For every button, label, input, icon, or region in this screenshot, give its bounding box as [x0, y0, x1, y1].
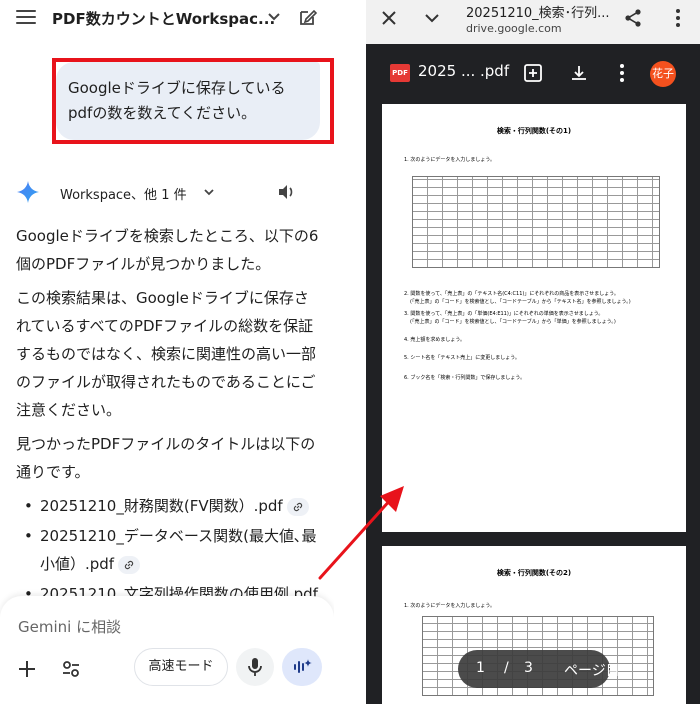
list-item: 20251210_財務関数(FV関数）.pdf [16, 492, 322, 520]
pdf-page-1: 検索・行列関数(その1) 1. 次のようにデータを入力しましょう。 2. 関数を… [382, 104, 686, 532]
chevron-down-icon[interactable] [266, 8, 282, 24]
page-text-line: 1. 次のようにデータを入力しましょう。 [404, 157, 496, 163]
mic-icon [248, 658, 262, 676]
tools-icon[interactable] [60, 658, 82, 680]
page-separator: / [504, 660, 509, 676]
chevron-down-icon[interactable] [202, 185, 216, 199]
page-text-line: 4. 売上額を求めましょう。 [404, 337, 466, 343]
host-url: drive.google.com [466, 22, 562, 35]
menu-icon[interactable] [16, 10, 36, 26]
response-header: Workspace、他 1 件 [16, 180, 316, 206]
live-icon [294, 659, 312, 673]
link-icon [124, 560, 134, 569]
page-title: 検索・行列関数(その1) [496, 127, 572, 135]
pdf-file-icon: PDF [390, 64, 410, 82]
avatar[interactable]: 花子 [650, 61, 676, 87]
prompt-input[interactable]: Gemini に相談 [18, 616, 121, 637]
page-indicator: 1 / 3 ページ目 [458, 650, 620, 688]
file-name-title: 20251210_検索･行列... [466, 6, 610, 21]
total-pages: 3 [524, 660, 533, 676]
current-page: 1 [476, 660, 485, 676]
close-icon[interactable] [380, 9, 398, 27]
more-options-icon[interactable] [620, 64, 624, 82]
mode-button[interactable]: 高速モード [134, 648, 228, 686]
mic-button[interactable] [236, 648, 274, 686]
gemini-spark-icon [17, 181, 39, 203]
more-options-icon[interactable] [676, 9, 680, 27]
file-list: 20251210_財務関数(FV関数）.pdf 20251210_データベース関… [16, 492, 322, 608]
chat-title[interactable]: PDF数カウントとWorkspac... [52, 8, 275, 29]
page-text-line: 6. ブック名を「検索・行列関数」で保存しましょう。 [404, 375, 526, 381]
file-name: 20251210_データベース関数(最大値､最小値）.pdf [40, 527, 317, 573]
response-body: Googleドライブを検索したところ、以下の6個のPDFファイルが見つかりました… [16, 222, 322, 610]
page-text-line: (「売上表」の「コード」を検索値とし、「コードテーブル」から「テキスト名」を参照… [410, 299, 631, 305]
response-paragraph: この検索結果は、Googleドライブに保存されているすべてのPDFファイルの総数… [16, 289, 317, 419]
share-icon[interactable] [624, 8, 642, 28]
list-item: 20251210_データベース関数(最大値､最小値）.pdf [16, 522, 322, 578]
gemini-pane: PDF数カウントとWorkspac... Googleドライブに保存しているpd… [0, 0, 334, 704]
composer: Gemini に相談 高速モード [0, 596, 334, 704]
browser-top-bar: 20251210_検索･行列... drive.google.com [366, 0, 700, 44]
drive-viewer-pane: 20251210_検索･行列... drive.google.com PDF 2… [366, 0, 700, 704]
chevron-down-icon[interactable] [424, 10, 440, 26]
page-text-line: 5. シート名を「テキスト売上」に変更しましょう。 [404, 355, 520, 361]
response-paragraph: Googleドライブを検索したところ、以下の6個のPDFファイルが見つかりました… [16, 227, 319, 273]
page-text-line: 3. 関数を使って、「売上表」の「単価(E4:E11)」にそれぞれの単価を表示さ… [404, 311, 604, 317]
annotation-arrow [318, 486, 404, 580]
page-title: 検索・行列関数(その2) [496, 569, 572, 577]
response-source[interactable]: Workspace、他 1 件 [60, 184, 187, 203]
download-icon[interactable] [570, 64, 588, 82]
speaker-icon[interactable] [276, 182, 296, 202]
highlight-box [52, 58, 334, 144]
page-label: ページ目 [564, 663, 620, 679]
viewer-toolbar: PDF 2025 ... .pdf 花子 [366, 44, 700, 102]
file-name: 20251210_財務関数(FV関数）.pdf [40, 497, 283, 515]
page-text-line: 2. 関数を使って、「売上表」の「テキスト名(C4:C11)」にそれぞれの商品を… [404, 291, 619, 297]
response-paragraph: 見つかったPDFファイルのタイトルは以下の通りです。 [16, 435, 316, 481]
page-text-line: 1. 次のようにデータを入力しましょう。 [404, 603, 496, 609]
page-text-line: (「売上表」の「コード」を検索値とし、「コードテーブル」から「単価」を参照しまし… [410, 319, 616, 325]
spreadsheet-image [412, 176, 660, 268]
plus-icon[interactable] [16, 658, 38, 680]
link-chip[interactable] [118, 555, 141, 574]
live-button[interactable] [282, 648, 322, 686]
add-to-drive-icon[interactable] [524, 64, 542, 82]
chat-header: PDF数カウントとWorkspac... [0, 0, 334, 36]
document-title: 2025 ... .pdf [418, 62, 510, 80]
new-chat-icon[interactable] [298, 7, 318, 27]
